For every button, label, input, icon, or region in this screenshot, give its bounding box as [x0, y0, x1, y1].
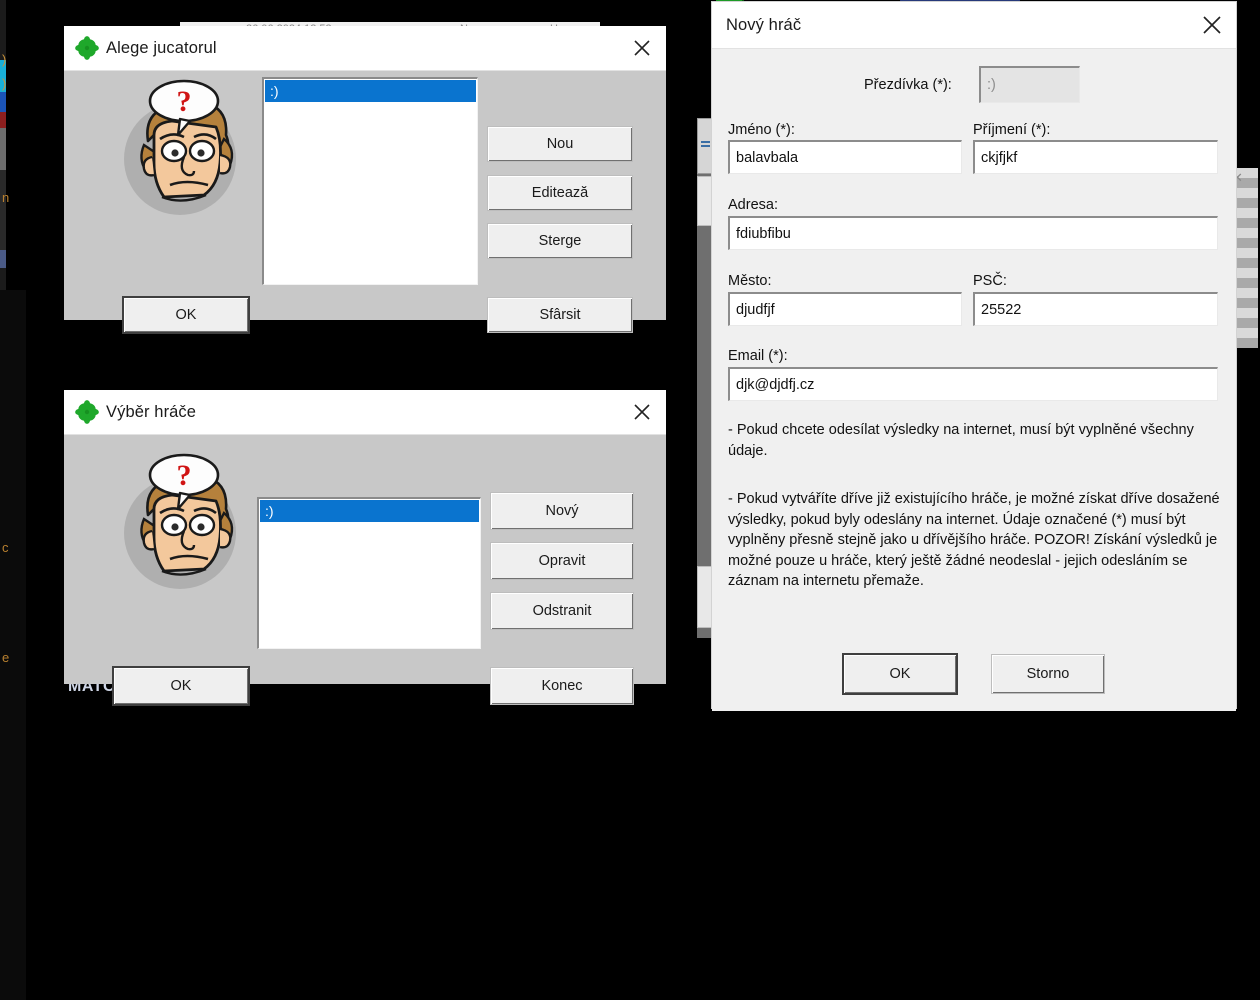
dialog-titlebar[interactable]: Výběr hráče	[64, 390, 666, 435]
background-scrollbar-segment[interactable]	[697, 176, 713, 226]
close-icon[interactable]	[618, 390, 666, 434]
scrollbar-grip-icon	[701, 141, 710, 149]
zip-input[interactable]: 25522	[973, 292, 1218, 326]
city-input[interactable]: djudfjf	[728, 292, 962, 326]
background-left-sliver	[0, 0, 6, 290]
close-icon[interactable]	[1188, 2, 1236, 48]
background-scrollbar-thumb[interactable]	[697, 118, 713, 174]
address-label: Adresa:	[728, 197, 778, 213]
dialog-titlebar[interactable]: Nový hráč	[712, 2, 1236, 49]
dialog-title: Alege jucatorul	[106, 38, 217, 57]
list-item[interactable]: :)	[265, 80, 476, 102]
nickname-label: Přezdívka (*):	[864, 77, 952, 93]
background-right-column: ) ) n c e	[0, 52, 26, 1000]
zip-label: PSČ:	[973, 273, 1007, 289]
delete-button[interactable]: Odstranit	[490, 592, 634, 630]
svg-text:?: ?	[177, 459, 192, 492]
email-input[interactable]: djk@djdfj.cz	[728, 367, 1218, 401]
new-button[interactable]: Nový	[490, 492, 634, 530]
player-list[interactable]: :)	[257, 497, 481, 649]
dialog-body: Přezdívka (*): :) Jméno (*): balavbala P…	[712, 49, 1236, 711]
ok-button[interactable]: OK	[842, 653, 958, 695]
thinking-face-icon: ?	[120, 453, 250, 593]
dialog-body: ? :) Nový Opravit Odstranit Konec OK	[64, 435, 666, 706]
edit-button[interactable]: Opravit	[490, 542, 634, 580]
email-label: Email (*):	[728, 348, 788, 364]
ok-button[interactable]: OK	[122, 296, 250, 334]
player-list[interactable]: :)	[262, 77, 478, 285]
background-glyph: e	[2, 650, 10, 665]
nickname-input[interactable]: :)	[979, 66, 1080, 103]
last-name-input[interactable]: ckjfjkf	[973, 140, 1218, 174]
first-name-input[interactable]: balavbala	[728, 140, 962, 174]
background-glyph: n	[2, 190, 10, 205]
cancel-button[interactable]: Storno	[991, 654, 1105, 694]
new-button[interactable]: Nou	[487, 126, 633, 162]
first-name-label: Jméno (*):	[728, 122, 795, 138]
dialog-title: Výběr hráče	[106, 402, 197, 421]
background-scrollbar-segment[interactable]	[697, 566, 713, 628]
dialog-vyber-hrace[interactable]: Výběr hráče ?:) Nový Opravit Odstranit …	[64, 390, 666, 706]
background-glyph: c	[2, 540, 9, 555]
delete-button[interactable]: Sterge	[487, 223, 633, 259]
background-glyph: )	[2, 76, 7, 91]
close-icon[interactable]	[618, 26, 666, 70]
note-existing-player: - Pokud vytváříte dříve již existujícího…	[728, 491, 1220, 589]
end-button[interactable]: Sfârsit	[487, 297, 633, 333]
clover-icon	[74, 399, 100, 425]
thinking-face-icon: ?	[120, 79, 250, 219]
dialog-body: ? :) Nou Editează Sterge Sfârsit OK	[64, 71, 666, 334]
city-label: Město:	[728, 273, 772, 289]
dialog-title: Nový hráč	[726, 15, 802, 34]
dialog-titlebar[interactable]: Alege jucatorul	[64, 26, 666, 71]
svg-text:?: ?	[177, 85, 192, 118]
last-name-label: Příjmení (*):	[973, 122, 1051, 138]
list-item[interactable]: :)	[260, 500, 479, 522]
note-internet-requirements: - Pokud chcete odesílat výsledky na inte…	[728, 422, 1194, 459]
edit-button[interactable]: Editează	[487, 175, 633, 211]
dialog-alege-jucatorul[interactable]: Alege jucatorul ?:) Nou Editează Sterge…	[64, 26, 666, 334]
clover-icon	[74, 35, 100, 61]
address-input[interactable]: fdiubfibu	[728, 216, 1218, 250]
end-button[interactable]: Konec	[490, 667, 634, 705]
ok-button[interactable]: OK	[112, 666, 250, 706]
dialog-novy-hrac[interactable]: Nový hráč Přezdívka (*): :) Jméno (*): b…	[712, 2, 1236, 711]
background-glyph: )	[2, 52, 7, 67]
